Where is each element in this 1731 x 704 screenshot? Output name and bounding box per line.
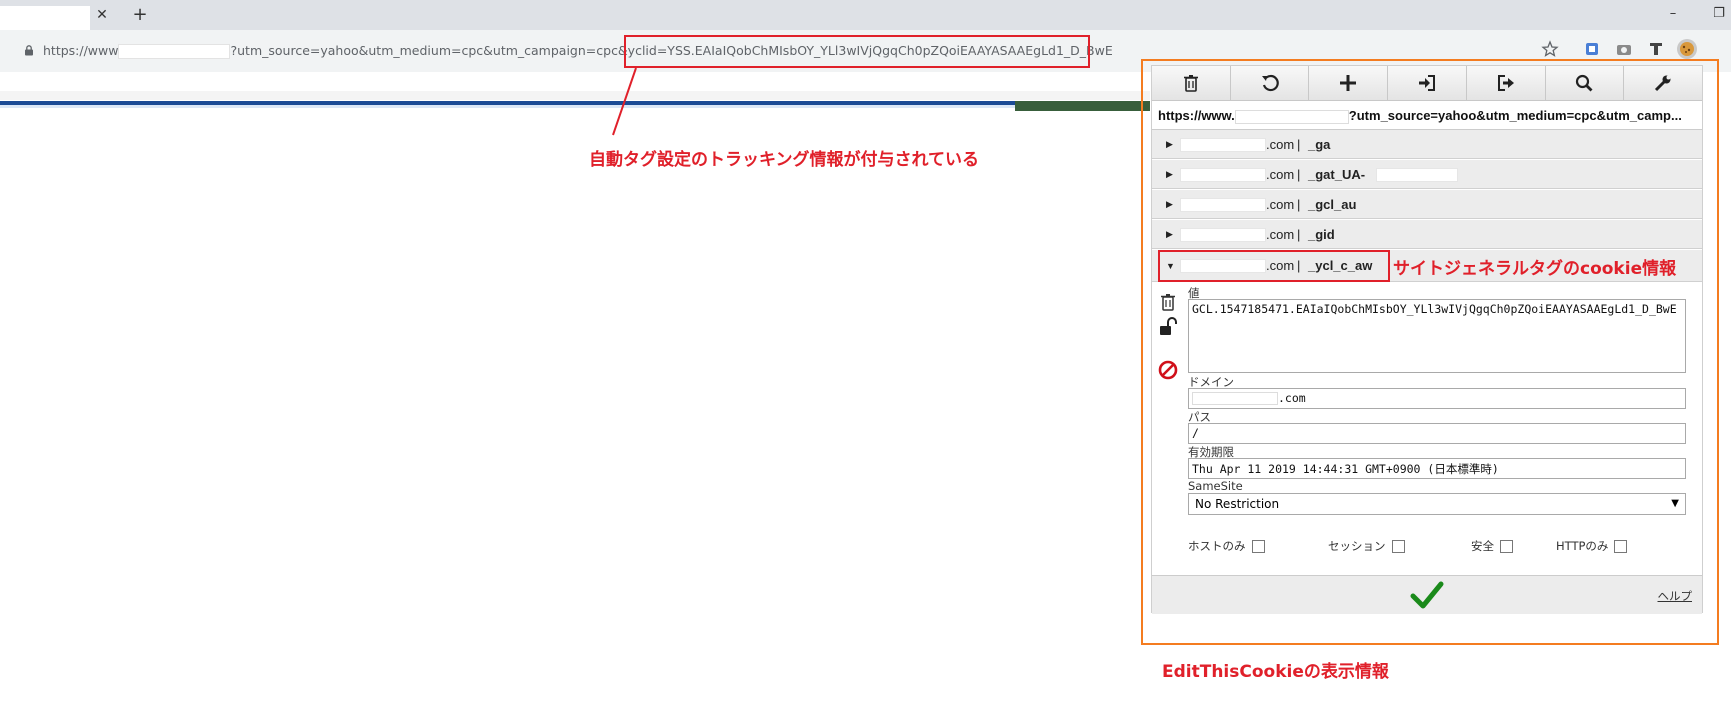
block-icon[interactable] [1157, 359, 1179, 381]
close-tab-icon[interactable]: ✕ [94, 5, 110, 25]
redacted-domain [118, 44, 231, 59]
delete-all-button[interactable] [1152, 66, 1231, 100]
host-only-option[interactable]: ホストのみ [1188, 538, 1265, 554]
cookie-name: _ga [1308, 137, 1331, 152]
page-header-strip [0, 91, 1150, 100]
session-checkbox[interactable] [1391, 539, 1405, 553]
reset-icon [1261, 74, 1279, 92]
secure-checkbox[interactable] [1500, 539, 1513, 553]
trash-icon [1183, 75, 1198, 92]
http-only-option[interactable]: HTTPのみ [1556, 538, 1628, 554]
import-icon [1419, 75, 1436, 91]
redacted-domain [1180, 228, 1266, 242]
cookie-domain: .com [1266, 137, 1295, 152]
restore-icon[interactable]: ❐ [1710, 4, 1728, 24]
expand-arrow-icon[interactable]: ▶ [1166, 130, 1173, 159]
cookie-annotation-text: サイトジェネラルタグのcookie情報 [1393, 259, 1677, 279]
unlock-icon[interactable] [1157, 316, 1179, 338]
session-label: セッション [1328, 539, 1386, 553]
panel-annotation-text: EditThisCookieの表示情報 [1162, 662, 1389, 682]
translate-icon[interactable] [1583, 40, 1601, 58]
samesite-value: No Restriction [1195, 497, 1280, 511]
cookie-name: _gat_UA- [1308, 167, 1366, 182]
annotation-pointer-line [612, 67, 637, 136]
import-button[interactable] [1388, 66, 1467, 100]
redacted-domain [1234, 109, 1349, 124]
cookie-detail-panel: 値 GCL.1547185471.EAIaIQobChMIsbOY_YLl3wI… [1152, 283, 1702, 577]
delete-cookie-icon[interactable] [1157, 291, 1179, 313]
active-tab[interactable] [0, 6, 90, 30]
cookie-row-ga[interactable]: ▶ .com | _ga [1152, 130, 1702, 159]
add-icon [1340, 75, 1357, 91]
cookie-highlight-box [1158, 250, 1390, 282]
tab-strip: ✕ + – ❐ [0, 0, 1731, 30]
settings-icon [1655, 75, 1671, 92]
lock-icon [25, 45, 33, 56]
export-button[interactable] [1467, 66, 1546, 100]
cookie-row-gat[interactable]: ▶ .com | _gat_UA- [1152, 160, 1702, 189]
cookie-name: _gcl_au [1308, 197, 1357, 212]
value-textarea[interactable]: GCL.1547185471.EAIaIQobChMIsbOY_YLl3wIVj… [1188, 299, 1686, 373]
search-icon [1576, 74, 1593, 92]
expand-arrow-icon[interactable]: ▶ [1166, 190, 1173, 219]
domain-value: .com [1278, 391, 1306, 405]
star-icon[interactable] [1541, 40, 1559, 58]
save-check-icon[interactable] [1410, 580, 1444, 610]
new-tab-button[interactable]: + [131, 4, 149, 26]
redacted-domain [1180, 168, 1266, 182]
cookie-separator: | [1297, 197, 1301, 212]
search-button[interactable] [1546, 66, 1625, 100]
host-only-label: ホストのみ [1188, 539, 1246, 553]
redacted-domain [1180, 138, 1266, 152]
samesite-label: SameSite [1188, 479, 1243, 493]
popup-footer: ヘルプ [1152, 575, 1702, 614]
settings-button[interactable] [1624, 66, 1702, 100]
expand-arrow-icon[interactable]: ▶ [1166, 220, 1173, 249]
expires-field[interactable]: Thu Apr 11 2019 14:44:31 GMT+0900 (日本標準時… [1188, 458, 1686, 479]
cookie-separator: | [1297, 167, 1301, 182]
cookie-domain: .com [1266, 227, 1295, 242]
secure-label: 安全 [1471, 539, 1494, 553]
url-highlight-box [624, 35, 1090, 68]
host-only-checkbox[interactable] [1251, 539, 1265, 553]
export-icon [1497, 75, 1514, 91]
cookie-extension-icon[interactable] [1676, 38, 1698, 60]
redacted-id [1376, 168, 1458, 182]
secure-option[interactable]: 安全 [1471, 538, 1513, 554]
domain-field[interactable]: .com [1188, 388, 1686, 409]
session-option[interactable]: セッション [1328, 538, 1405, 554]
samesite-select[interactable]: No Restriction ▼ [1188, 493, 1686, 515]
url-annotation-text: 自動タグ設定のトラッキング情報が付与されている [589, 150, 979, 170]
cookie-domain: .com [1266, 197, 1295, 212]
dropdown-caret-icon: ▼ [1671, 498, 1679, 509]
cookie-row-gcl-au[interactable]: ▶ .com | _gcl_au [1152, 190, 1702, 219]
popup-toolbar [1152, 66, 1702, 101]
redacted-domain [1180, 198, 1266, 212]
text-tool-icon[interactable] [1647, 40, 1665, 58]
minimize-icon[interactable]: – [1664, 4, 1682, 24]
editthiscookie-popup: https://www. ?utm_source=yahoo&utm_medium… [1151, 65, 1703, 614]
current-url-suffix: ?utm_source=yahoo&utm_medium=cpc&utm_cam… [1348, 108, 1682, 123]
path-field[interactable]: / [1188, 423, 1686, 444]
current-url-prefix: https://www. [1158, 108, 1235, 123]
reset-button[interactable] [1231, 66, 1310, 100]
camera-icon[interactable] [1615, 40, 1633, 58]
help-link[interactable]: ヘルプ [1658, 588, 1693, 604]
redacted-domain [1192, 392, 1278, 405]
page-header-image [1015, 101, 1150, 111]
current-url: https://www. ?utm_source=yahoo&utm_medium… [1152, 101, 1702, 130]
cookie-separator: | [1297, 137, 1301, 152]
cookie-row-gid[interactable]: ▶ .com | _gid [1152, 220, 1702, 249]
http-only-checkbox[interactable] [1614, 539, 1628, 553]
page-divider [0, 105, 1150, 108]
add-cookie-button[interactable] [1309, 66, 1389, 100]
expand-arrow-icon[interactable]: ▶ [1166, 160, 1173, 189]
cookie-name: _gid [1308, 227, 1335, 242]
http-only-label: HTTPのみ [1556, 539, 1609, 553]
cookie-domain: .com [1266, 167, 1295, 182]
url-prefix: https://www [43, 43, 119, 58]
cookie-separator: | [1297, 227, 1301, 242]
